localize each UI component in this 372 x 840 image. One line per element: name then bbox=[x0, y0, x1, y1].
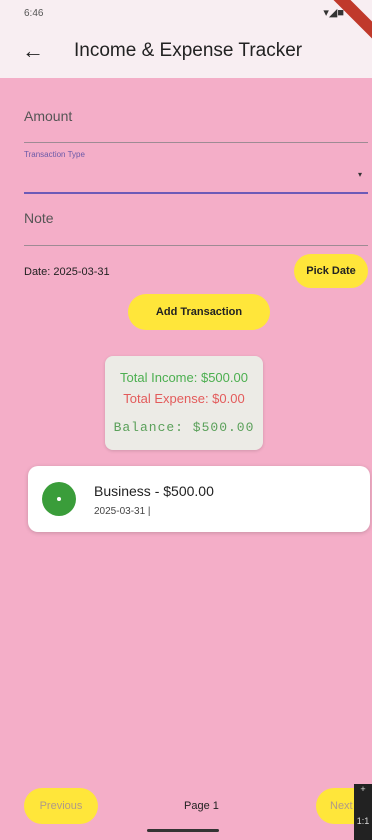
amount-underline bbox=[24, 142, 368, 143]
summary-card: Total Income: $500.00 Total Expense: $0.… bbox=[105, 356, 263, 450]
pick-date-button[interactable]: Pick Date bbox=[294, 254, 368, 288]
previous-button[interactable]: Previous bbox=[24, 788, 98, 824]
total-expense: Total Expense: $0.00 bbox=[123, 391, 245, 406]
home-indicator bbox=[147, 829, 219, 832]
avatar-dot bbox=[57, 497, 61, 501]
transaction-subtitle: 2025-03-31 | bbox=[94, 506, 151, 517]
side-value: 1:1 bbox=[356, 816, 370, 826]
transaction-type-underline bbox=[24, 192, 368, 194]
note-field[interactable]: Note bbox=[24, 204, 368, 246]
page-title: Income & Expense Tracker bbox=[74, 40, 303, 61]
status-time: 6:46 bbox=[24, 8, 44, 19]
add-transaction-button[interactable]: Add Transaction bbox=[128, 294, 270, 330]
transaction-avatar-icon bbox=[42, 482, 76, 516]
note-label: Note bbox=[24, 210, 54, 226]
amount-label: Amount bbox=[24, 108, 73, 124]
transaction-type-dropdown[interactable]: Transaction Type ▾ bbox=[24, 150, 368, 196]
balance: Balance: $500.00 bbox=[113, 420, 255, 435]
total-income: Total Income: $500.00 bbox=[120, 370, 248, 385]
side-plus-icon[interactable]: + bbox=[354, 784, 372, 794]
app-bar: ← Income & Expense Tracker bbox=[0, 26, 372, 78]
transaction-title: Business - $500.00 bbox=[94, 483, 214, 499]
transaction-card[interactable]: Business - $500.00 2025-03-31 | bbox=[28, 466, 370, 532]
pagination: Previous Page 1 Next bbox=[24, 788, 372, 826]
selected-date: Date: 2025-03-31 bbox=[24, 266, 110, 278]
dropdown-arrow-icon[interactable]: ▾ bbox=[358, 170, 362, 179]
date-row: Date: 2025-03-31 Pick Date bbox=[24, 254, 368, 288]
main-content: Amount Transaction Type ▾ Note Date: 202… bbox=[24, 78, 372, 840]
side-toolbar: + 1:1 bbox=[354, 784, 372, 840]
note-underline bbox=[24, 245, 368, 246]
status-bar: 6:46 ▾◢■ bbox=[0, 0, 372, 26]
page-indicator: Page 1 bbox=[184, 800, 219, 812]
amount-field[interactable]: Amount bbox=[24, 104, 368, 144]
transaction-type-label: Transaction Type bbox=[24, 150, 85, 159]
back-arrow-icon[interactable]: ← bbox=[22, 36, 44, 66]
